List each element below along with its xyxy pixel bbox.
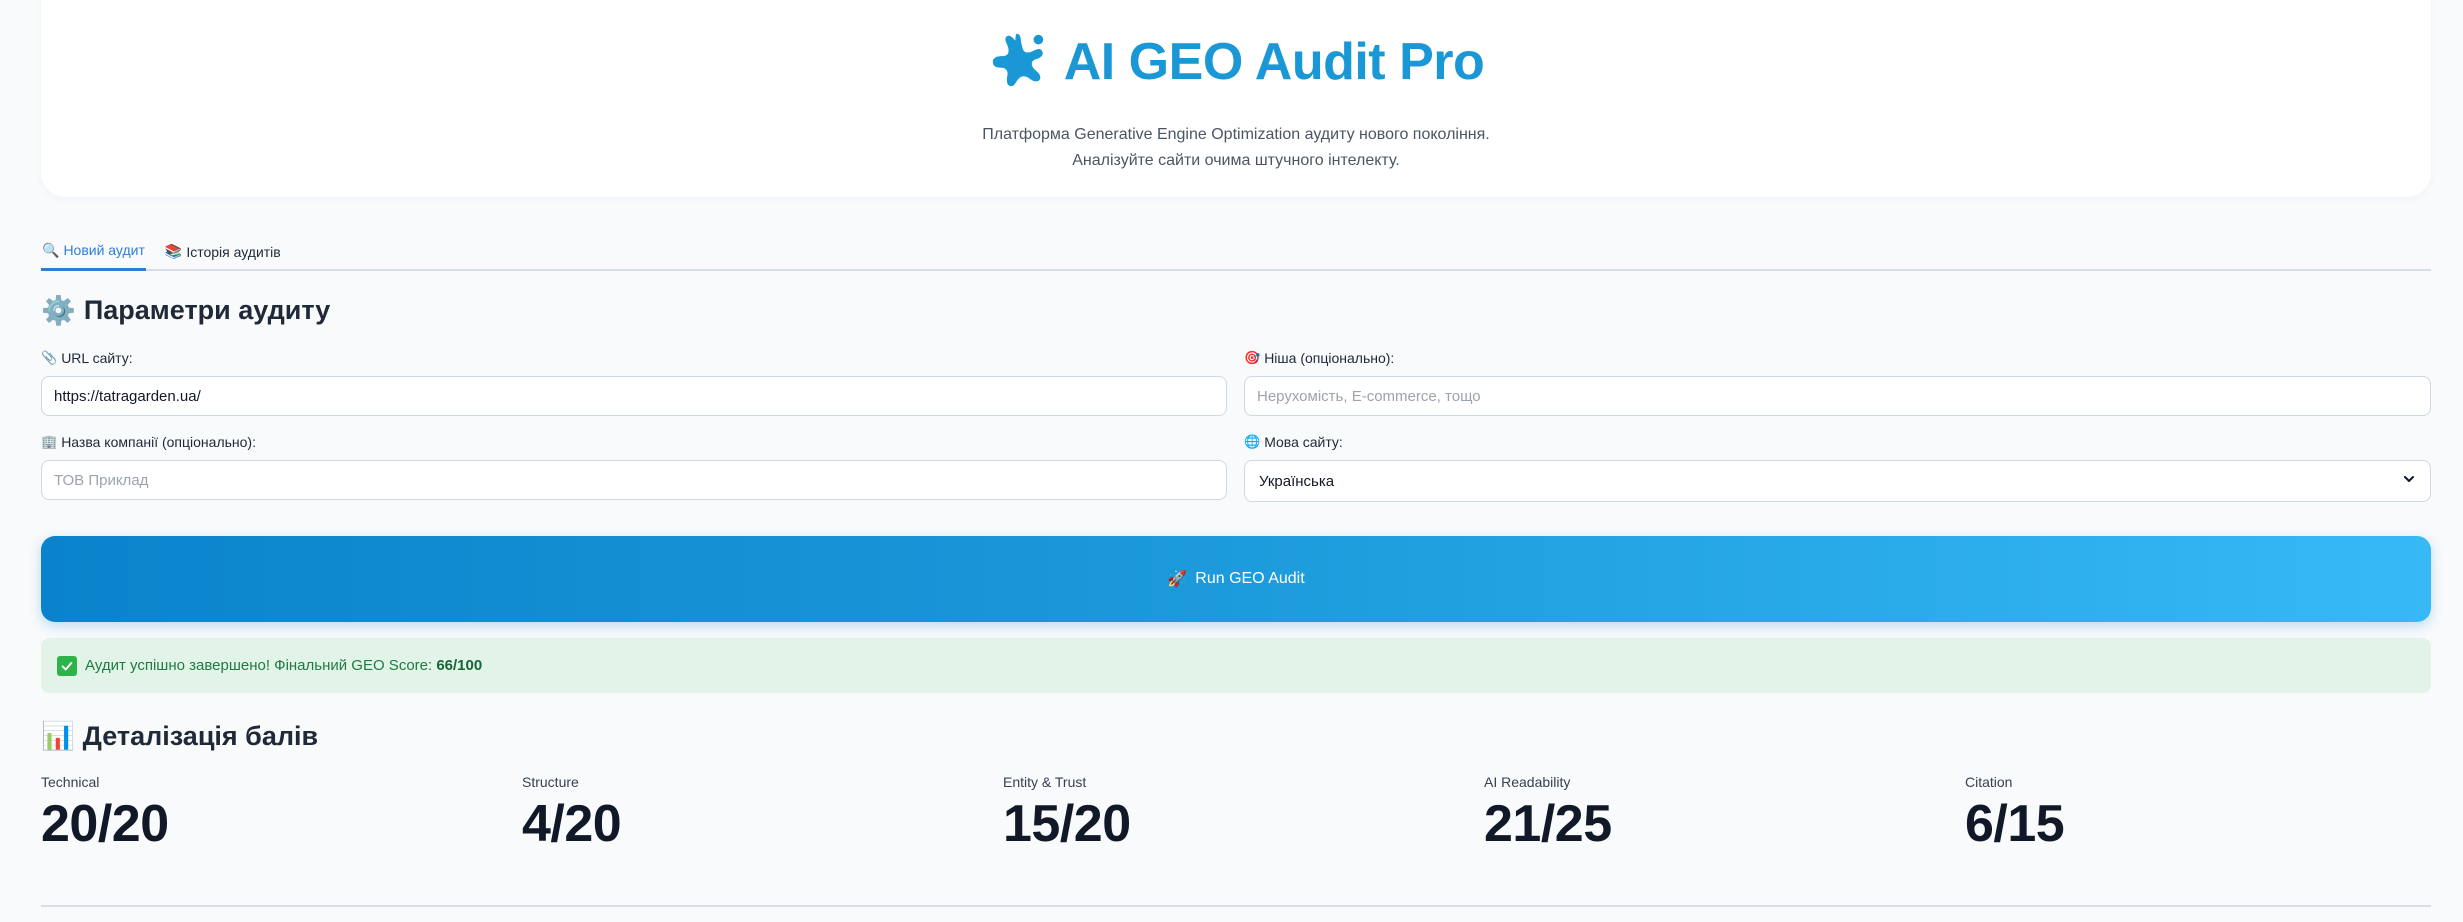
metric-citation: Citation 6/15: [1965, 774, 2065, 854]
language-label-text: Мова сайту:: [1264, 434, 1343, 450]
niche-label: 🎯 Ніша (опціонально):: [1244, 350, 1394, 366]
metric-value: 20/20: [41, 795, 169, 853]
metric-structure: Structure 4/20: [522, 774, 622, 854]
details-heading: 📊 Деталізація балів: [41, 720, 318, 752]
subtitle-line-2: Аналізуйте сайти очима штучного інтелект…: [1072, 152, 1400, 169]
tab-new-audit[interactable]: 🔍 Новий аудит: [41, 232, 146, 271]
niche-label-text: Ніша (опціонально):: [1264, 350, 1395, 366]
params-heading-text: Параметри аудиту: [83, 295, 331, 325]
metric-label: Technical: [41, 774, 100, 790]
subtitle-line-1: Платформа Generative Engine Optimization…: [982, 126, 1490, 143]
run-geo-audit-label: Run GEO Audit: [1195, 570, 1305, 587]
page: AI GEO Audit Pro Платформа Generative En…: [0, 0, 2463, 922]
subtitle: Платформа Generative Engine Optimization…: [41, 122, 2431, 174]
metric-value: 4/20: [522, 795, 622, 853]
books-icon: 📚: [164, 243, 183, 259]
run-geo-audit-button[interactable]: 🚀 Run GEO Audit: [41, 536, 2431, 622]
company-input[interactable]: [41, 460, 1227, 500]
bar-chart-icon: 📊: [41, 721, 75, 751]
rocket-icon: 🚀: [1167, 571, 1188, 588]
company-label-text: Назва компанії (опціонально):: [61, 434, 256, 450]
language-select-value: Українська: [1259, 472, 1335, 490]
metric-value: 21/25: [1484, 795, 1612, 853]
metric-label: Structure: [522, 774, 579, 790]
final-geo-score: 66/100: [436, 657, 483, 674]
divider: [41, 905, 2431, 907]
check-mark-icon: [57, 655, 77, 676]
metric-label: Entity & Trust: [1003, 774, 1087, 790]
app-title: AI GEO Audit Pro: [41, 28, 2431, 95]
tab-new-audit-label: Новий аудит: [63, 242, 145, 258]
sparkle-icon: [988, 28, 1050, 95]
paperclip-icon: 📎: [41, 350, 58, 365]
success-alert: Аудит успішно завершено! Фінальний GEO S…: [41, 638, 2431, 693]
metric-label: Citation: [1965, 774, 2013, 790]
tab-audit-history[interactable]: 📚 Історія аудитів: [164, 232, 282, 271]
success-alert-message: Аудит успішно завершено! Фінальний GEO S…: [85, 657, 437, 674]
details-heading-text: Деталізація балів: [82, 720, 319, 751]
language-select[interactable]: Українська: [1244, 460, 2431, 502]
office-building-icon: 🏢: [41, 434, 58, 449]
metric-value: 15/20: [1003, 795, 1131, 853]
header-card: AI GEO Audit Pro Платформа Generative En…: [41, 0, 2431, 197]
url-label-text: URL сайту:: [61, 350, 133, 366]
target-icon: 🎯: [1244, 350, 1261, 365]
gear-icon: ⚙️: [41, 295, 76, 326]
magnifier-icon: 🔍: [42, 241, 60, 258]
metric-entity-trust: Entity & Trust 15/20: [1003, 774, 1131, 854]
globe-icon: 🌐: [1244, 434, 1261, 449]
url-label: 📎 URL сайту:: [41, 350, 133, 366]
metric-ai-readability: AI Readability 21/25: [1484, 774, 1612, 854]
tab-audit-history-label: Історія аудитів: [186, 243, 281, 260]
url-input[interactable]: [41, 376, 1227, 416]
niche-input[interactable]: [1244, 376, 2431, 416]
company-label: 🏢 Назва компанії (опціонально):: [41, 434, 256, 450]
app-title-text: AI GEO Audit Pro: [1063, 32, 1485, 91]
tab-bar: 🔍 Новий аудит 📚 Історія аудитів: [41, 232, 2431, 271]
metric-value: 6/15: [1965, 795, 2065, 853]
language-label: 🌐 Мова сайту:: [1244, 434, 1343, 450]
chevron-down-icon: [2402, 472, 2416, 490]
success-alert-text: Аудит успішно завершено! Фінальний GEO S…: [85, 657, 482, 674]
params-heading: ⚙️ Параметри аудиту: [41, 294, 330, 327]
metric-technical: Technical 20/20: [41, 774, 169, 854]
metric-label: AI Readability: [1484, 774, 1571, 790]
